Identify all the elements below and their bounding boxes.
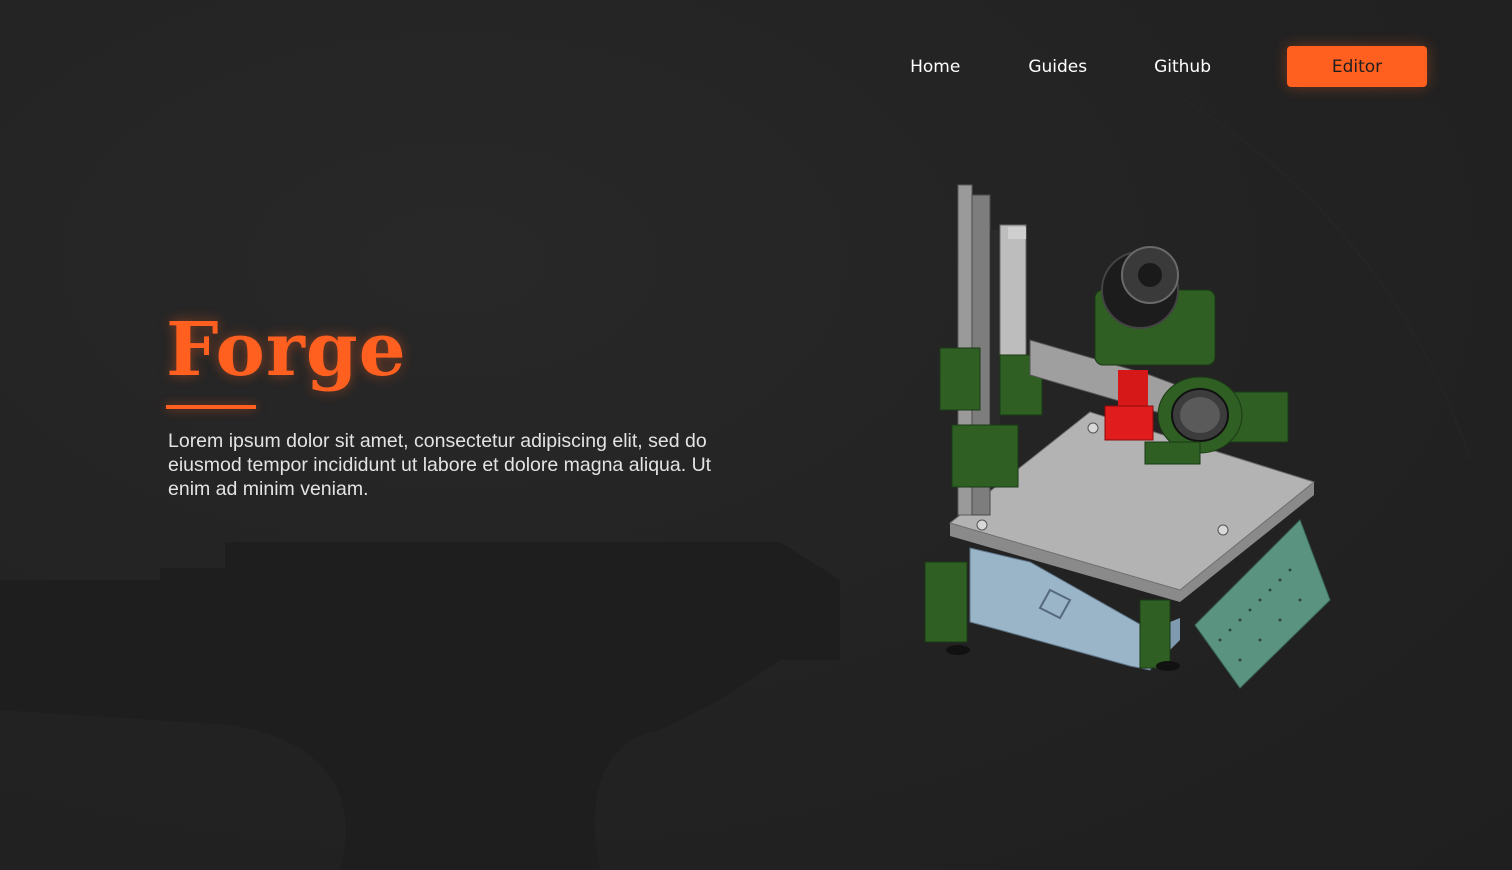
hero-description: Lorem ipsum dolor sit amet, consectetur … [168, 430, 712, 500]
editor-button[interactable]: Editor [1287, 46, 1427, 87]
landing-page: Home Guides Github Editor Forge Lorem ip… [0, 0, 1512, 870]
top-navigation: Home Guides Github Editor [910, 46, 1427, 87]
nav-link-github[interactable]: Github [1154, 57, 1211, 77]
hero-title: Forge [166, 307, 407, 393]
title-underline [166, 405, 256, 409]
nav-link-home[interactable]: Home [910, 57, 960, 77]
nav-link-guides[interactable]: Guides [1028, 57, 1087, 77]
3d-printer-illustration-icon [924, 184, 1331, 689]
